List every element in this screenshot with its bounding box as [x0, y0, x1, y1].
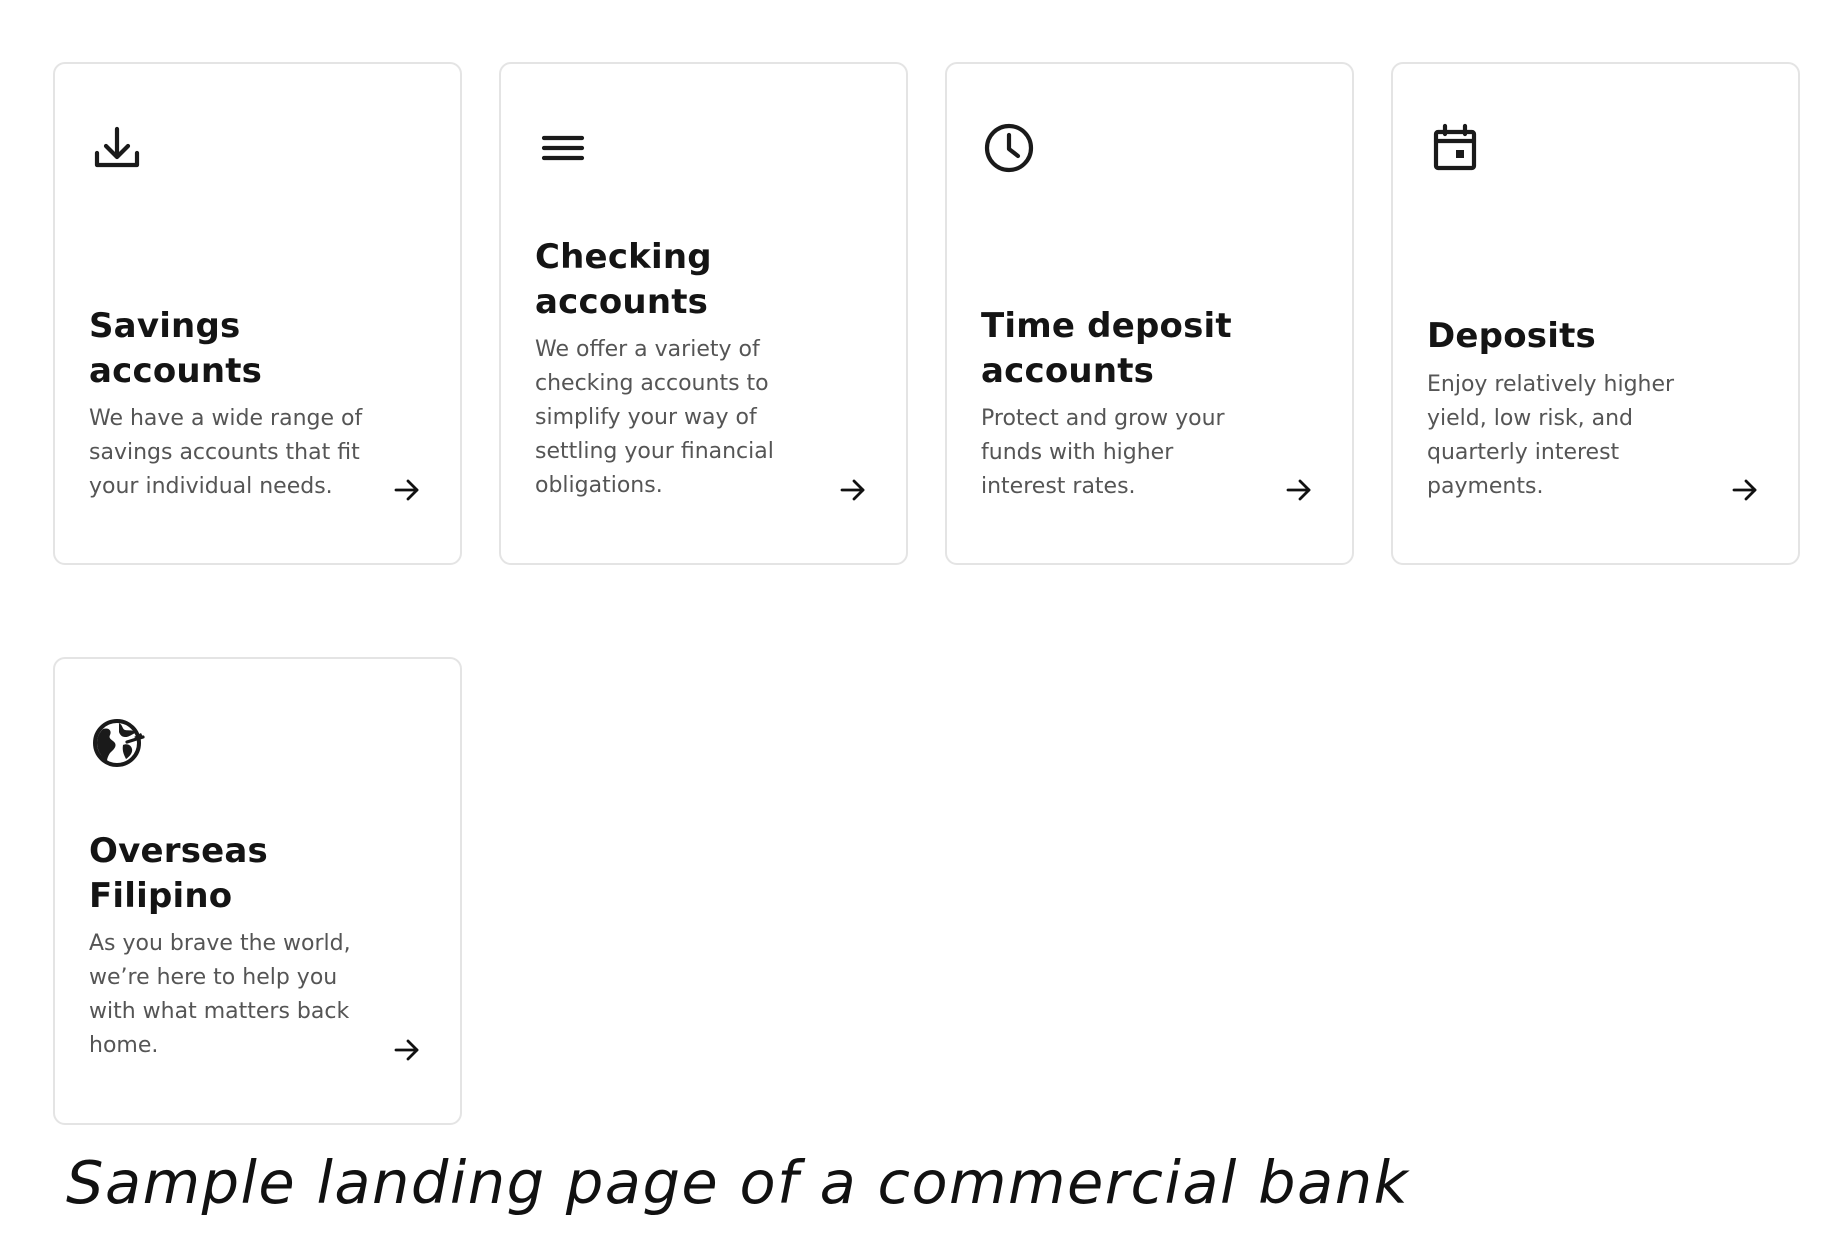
card-time-deposit-accounts[interactable]: Time deposit accounts Protect and grow y… [945, 62, 1354, 565]
card-description: As you brave the world, we’re here to he… [89, 931, 351, 1058]
card-overseas-filipino[interactable]: Overseas Filipino As you brave the world… [53, 657, 462, 1125]
arrow-right-icon[interactable] [838, 475, 868, 505]
card-description: Enjoy relatively higher yield, low risk,… [1427, 372, 1675, 499]
menu-lines-icon [535, 120, 591, 176]
card-checking-accounts[interactable]: Checking accounts We offer a variety of … [499, 62, 908, 565]
card-description: We offer a variety of checking accounts … [535, 337, 774, 498]
calendar-icon [1427, 120, 1483, 176]
card-savings-accounts[interactable]: Savings accounts We have a wide range of… [53, 62, 462, 565]
card-title: Checking accounts [535, 237, 712, 322]
clock-icon [981, 120, 1037, 176]
card-title: Overseas Filipino [89, 831, 268, 916]
card-title: Savings accounts [89, 306, 263, 391]
arrow-right-icon[interactable] [1284, 475, 1314, 505]
card-deposits[interactable]: Deposits Enjoy relatively higher yield, … [1391, 62, 1800, 565]
card-description: We have a wide range of savings accounts… [89, 406, 363, 499]
card-title: Time deposit accounts [981, 306, 1232, 391]
arrow-right-icon[interactable] [1730, 475, 1760, 505]
figure-caption: Sample landing page of a commercial bank [66, 1148, 1410, 1217]
card-title: Deposits [1427, 316, 1596, 356]
arrow-right-icon[interactable] [392, 475, 422, 505]
card-description: Protect and grow your funds with higher … [981, 406, 1225, 499]
arrow-right-icon[interactable] [392, 1035, 422, 1065]
globe-icon [89, 715, 145, 771]
download-icon [89, 120, 145, 176]
